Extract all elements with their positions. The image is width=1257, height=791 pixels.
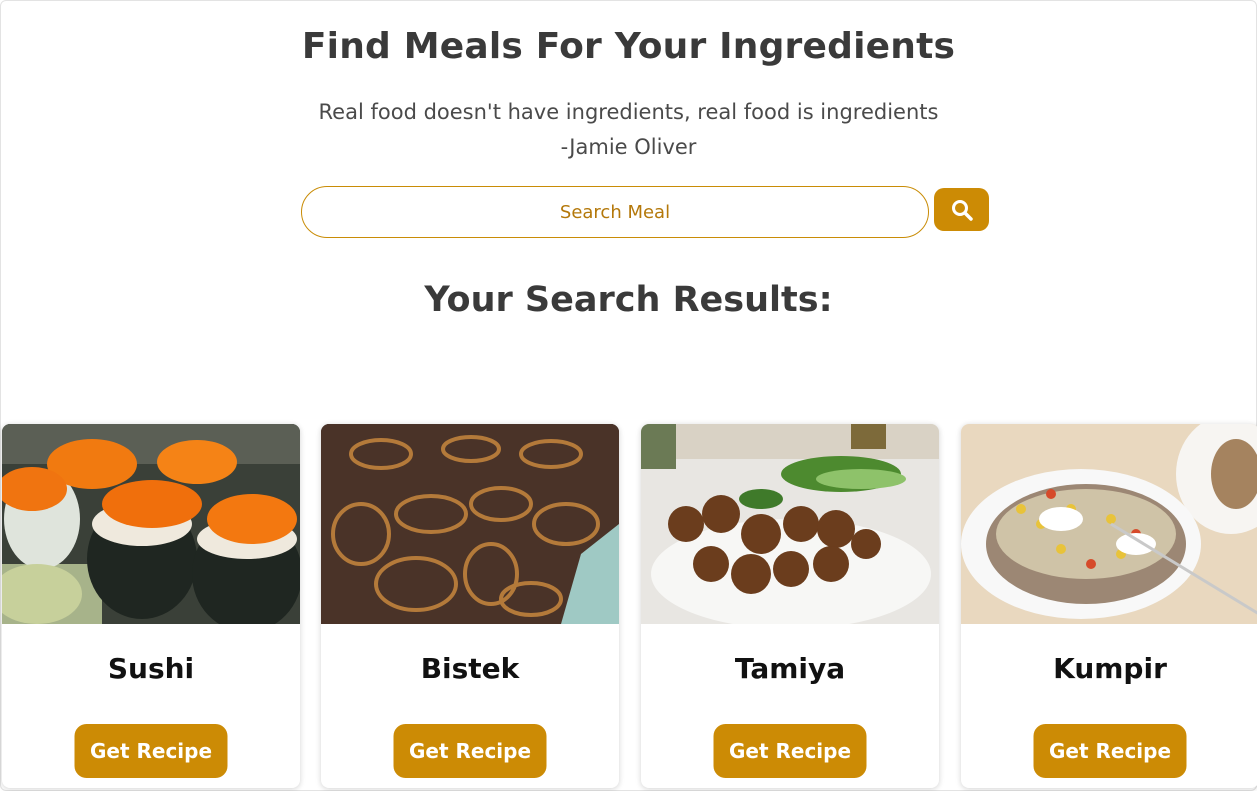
meal-card: Tamiya Get Recipe <box>641 424 939 788</box>
meal-name: Tamiya <box>734 652 846 685</box>
get-recipe-button[interactable]: Get Recipe <box>74 724 228 778</box>
meal-image <box>641 424 939 624</box>
quote-author: -Jamie Oliver <box>560 135 697 159</box>
get-recipe-button[interactable]: Get Recipe <box>1033 724 1187 778</box>
quote: Real food doesn't have ingredients, real… <box>0 95 1257 165</box>
meal-image <box>961 424 1257 624</box>
quote-text: Real food doesn't have ingredients, real… <box>318 100 939 124</box>
results-title: Your Search Results: <box>424 280 833 320</box>
meal-card: Kumpir Get Recipe <box>961 424 1257 788</box>
search-input[interactable] <box>301 186 929 238</box>
meal-name: Sushi <box>107 652 195 685</box>
meal-image <box>321 424 619 624</box>
search-icon <box>951 199 973 221</box>
get-recipe-button[interactable]: Get Recipe <box>713 724 867 778</box>
page-title: Find Meals For Your Ingredients <box>301 26 956 67</box>
meal-name: Kumpir <box>1053 652 1167 685</box>
meal-image <box>2 424 300 624</box>
meal-card: Bistek Get Recipe <box>321 424 619 788</box>
get-recipe-button[interactable]: Get Recipe <box>393 724 547 778</box>
meal-card: Sushi Get Recipe <box>2 424 300 788</box>
meal-name: Bistek <box>420 652 520 685</box>
search-button[interactable] <box>934 188 989 231</box>
